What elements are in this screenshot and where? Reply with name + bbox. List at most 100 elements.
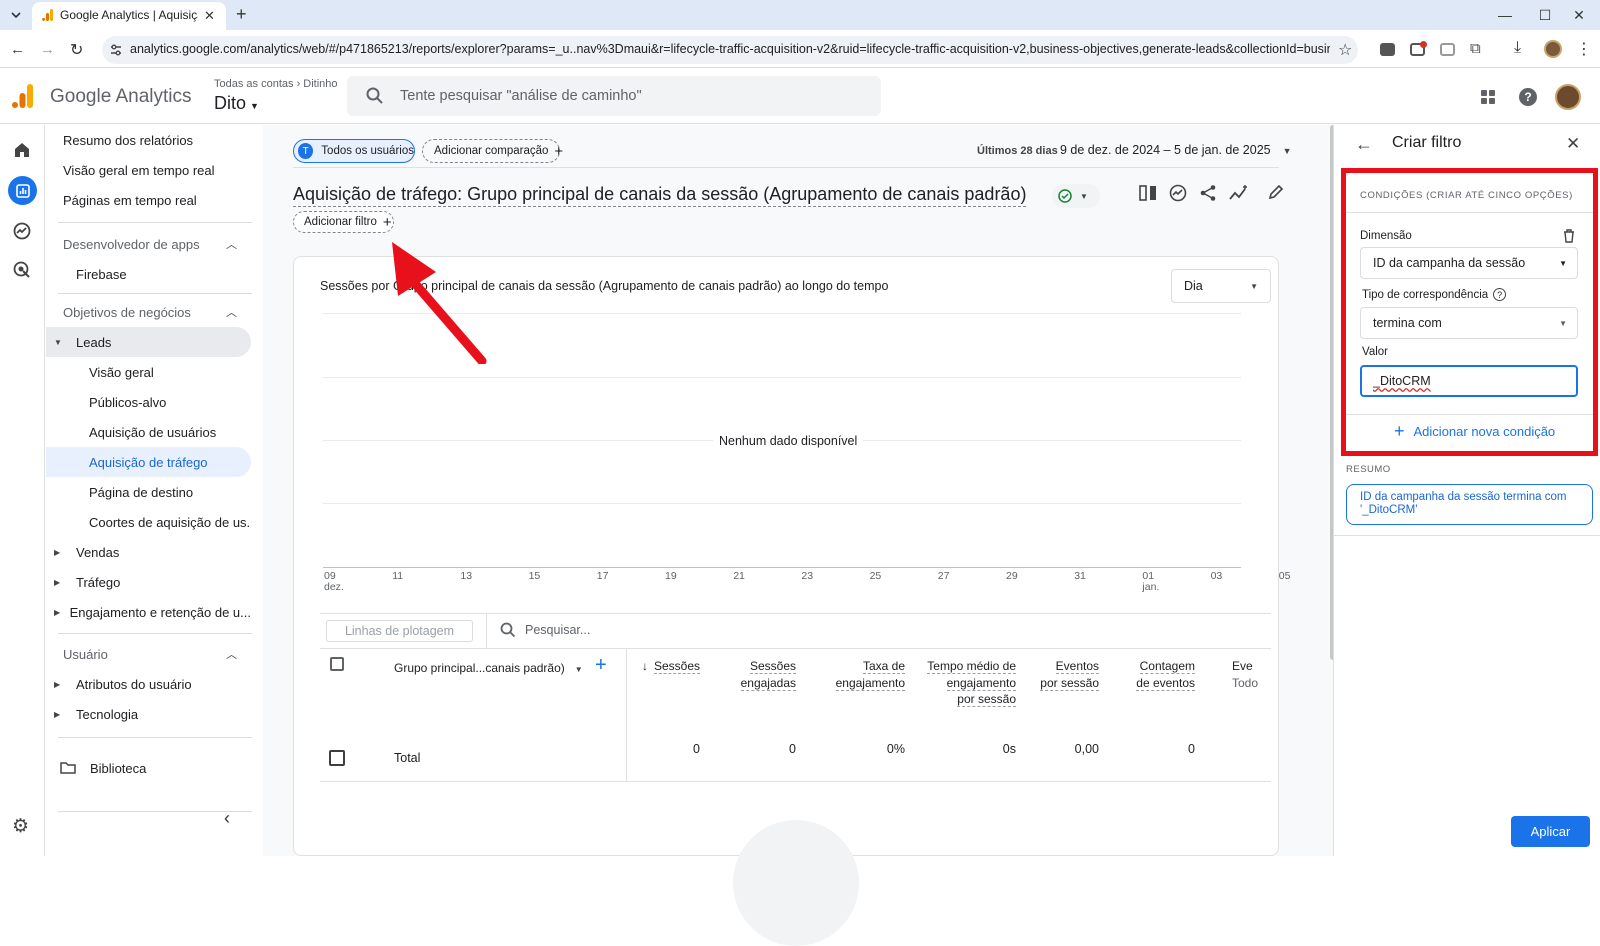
sort-down-arrow-icon[interactable]: ↓ [642,659,648,673]
nav-traffic[interactable]: ▶ Tráfego [46,567,251,597]
nav-landing-page[interactable]: Página de destino [46,477,251,507]
new-tab-icon[interactable]: + [236,4,247,25]
report-status-chip[interactable]: ▼ [1052,184,1100,208]
browser-menu-icon[interactable]: ⋮ [1576,39,1592,59]
select-all-checkbox[interactable] [330,657,344,671]
nav-audiences[interactable]: Públicos-alvo [46,387,251,417]
nav-user-acquisition[interactable]: Aquisição de usuários [46,417,251,447]
extensions-puzzle-icon[interactable]: ⧉ [1470,40,1481,57]
nav-reports-summary[interactable]: Resumo dos relatórios [46,125,251,155]
date-range-selector[interactable]: 9 de dez. de 2024 – 5 de jan. de 2025 ▼ [1060,143,1292,157]
close-tab-icon[interactable]: ✕ [204,8,215,24]
metric-column-header[interactable]: Tempo médio de engajamento por sessão [926,658,1016,708]
panel-back-icon[interactable]: ← [1355,134,1373,155]
nav-engagement[interactable]: ▶ Engajamento e retenção de u... [46,597,251,627]
nav-section-business-objectives[interactable]: Objetivos de negócios ︿ [46,297,251,327]
x-axis-tick-day: 13 [460,570,473,582]
back-icon[interactable]: ← [10,41,25,58]
panel-close-icon[interactable]: ✕ [1566,134,1580,154]
bookmark-star-icon[interactable]: ☆ [1338,40,1352,60]
dropdown-icon: ▼ [1250,281,1258,291]
help-circle-icon[interactable]: ? [1493,288,1507,301]
add-condition-divider [1346,414,1593,415]
add-dimension-icon[interactable]: + [595,654,607,677]
table-search-input[interactable]: Pesquisar... [525,623,590,637]
nav-technology[interactable]: ▶ Tecnologia [46,699,251,729]
delete-condition-icon[interactable] [1563,229,1575,243]
metric-column-label: Eventos por sessão [1040,659,1099,691]
breadcrumb-all-accounts[interactable]: Todas as contas [214,78,294,90]
close-window-icon[interactable]: ✕ [1556,0,1600,30]
property-selector[interactable]: Dito ▼ [214,93,259,114]
breadcrumb-account[interactable]: Ditinho [303,78,337,90]
help-icon[interactable]: ? [1519,88,1537,106]
collapse-nav-icon[interactable]: ‹ [224,808,230,829]
metric-column-header[interactable]: Sessões engajadas [726,658,796,691]
nav-realtime-overview[interactable]: Visão geral em tempo real [46,155,251,185]
metric-column-header-truncated[interactable]: Eve Todo [1232,658,1272,691]
google-analytics-logo-icon[interactable] [12,84,34,108]
explore-icon[interactable] [13,222,31,240]
x-axis-tick: 17 [597,571,609,582]
total-cell: 0 [693,742,700,756]
account-avatar[interactable] [1555,84,1581,110]
extension-cast-icon[interactable] [1440,43,1455,56]
dimension-header[interactable]: Grupo principal...canais padrão) ▼ [394,661,583,675]
match-type-select[interactable]: termina com ▼ [1360,307,1578,339]
nav-user-attributes[interactable]: ▶ Atributos do usuário [46,669,251,699]
x-axis-tick-day: 15 [528,570,541,582]
add-filter-button[interactable]: Adicionar filtro + [293,211,394,233]
nav-overview[interactable]: Visão geral [46,357,251,387]
metric-column-header[interactable]: ↓ Sessões [630,658,700,675]
nav-section-app-dev[interactable]: Desenvolvedor de apps ︿ [46,229,251,259]
metric-column-header[interactable]: Eventos por sessão [1039,658,1099,691]
add-comparison-button[interactable]: Adicionar comparação + [422,139,563,163]
product-name[interactable]: Google Analytics [50,86,192,108]
tab-search-button[interactable] [6,6,26,24]
breadcrumb[interactable]: Todas as contas › Ditinho [214,78,338,90]
download-icon[interactable]: ⤓ [1514,39,1521,57]
total-row-checkbox[interactable] [329,750,345,766]
insights-icon[interactable] [1169,184,1187,202]
dropdown-icon: ▼ [1559,318,1567,328]
report-title[interactable]: Aquisição de tráfego: Grupo principal de… [293,182,1027,207]
metric-column-header[interactable]: Taxa de engajamento [825,658,905,691]
reload-icon[interactable]: ↻ [70,40,83,60]
apps-grid-icon[interactable] [1480,89,1496,105]
apply-button[interactable]: Aplicar [1511,816,1590,847]
site-info-icon[interactable] [109,43,123,57]
value-input[interactable]: _DitoCRM [1360,365,1578,397]
advertising-icon[interactable] [13,261,31,279]
plot-rows-button[interactable]: Linhas de plotagem [326,620,473,642]
nav-sales[interactable]: ▶ Vendas [46,537,251,567]
edit-pencil-icon[interactable] [1268,184,1284,200]
settings-gear-icon[interactable]: ⚙ [12,815,29,838]
trend-sparkle-icon[interactable] [1229,184,1249,202]
nav-leads[interactable]: ▼ Leads [46,327,251,357]
nav-realtime-pages[interactable]: Páginas em tempo real [46,185,251,215]
extension-alert-icon[interactable] [1410,41,1427,56]
nav-library[interactable]: Biblioteca [46,753,251,783]
x-axis-tick: 09 dez. [324,571,344,593]
metric-column-sublabel: Todo [1232,675,1259,690]
search-input[interactable]: Tente pesquisar "análise de caminho" [400,88,642,104]
add-condition-button[interactable]: + Adicionar nova condição [1394,421,1555,442]
divider [58,737,252,738]
profile-avatar[interactable] [1544,40,1562,58]
metric-column-header[interactable]: Contagem de eventos [1125,658,1195,691]
nav-section-user[interactable]: Usuário ︿ [46,639,251,669]
granularity-select[interactable]: Dia ▼ [1171,269,1271,303]
total-cell: 0 [789,742,796,756]
reports-icon[interactable] [8,176,37,205]
segment-chip[interactable]: T Todos os usuários [293,139,415,163]
home-icon[interactable] [13,141,31,159]
extension-icon[interactable] [1380,43,1395,56]
x-axis-tick: 11 [392,571,403,582]
share-icon[interactable] [1199,184,1217,202]
nav-firebase[interactable]: Firebase [46,259,251,289]
compare-icon[interactable] [1139,185,1157,201]
nav-acquisition-cohorts[interactable]: Coortes de aquisição de us... [46,507,251,537]
dimension-select[interactable]: ID da campanha da sessão ▼ [1360,247,1578,279]
forward-icon[interactable]: → [40,41,55,58]
nav-traffic-acquisition[interactable]: Aquisição de tráfego [46,447,251,477]
